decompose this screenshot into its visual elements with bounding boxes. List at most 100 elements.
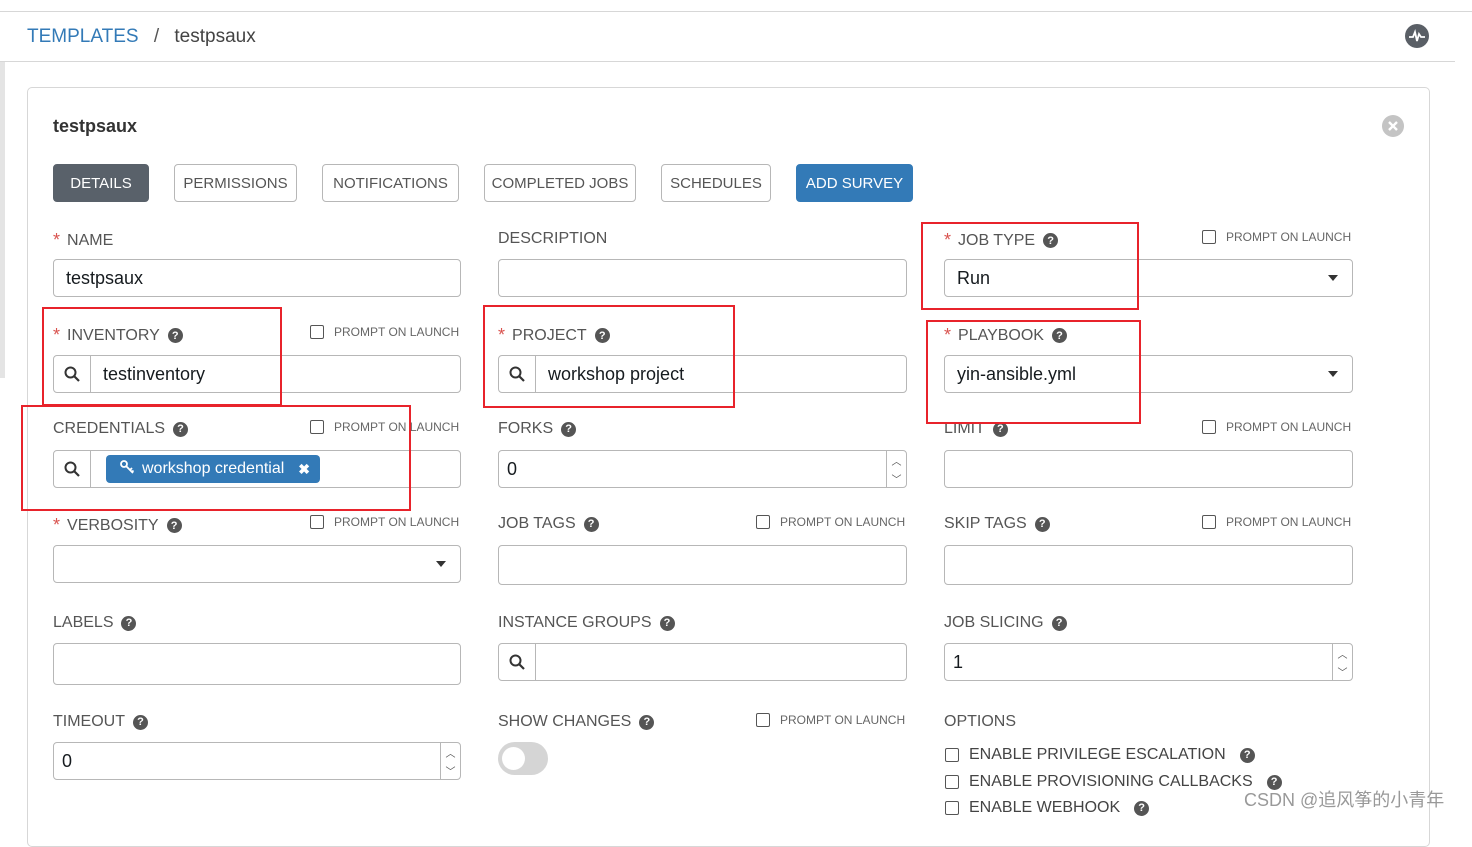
instance-groups-label: INSTANCE GROUPS? <box>498 614 675 632</box>
instance-groups-label-text: INSTANCE GROUPS <box>498 614 652 631</box>
help-icon[interactable]: ? <box>1034 516 1050 532</box>
tab-completed-jobs[interactable]: COMPLETED JOBS <box>484 164 636 202</box>
show-changes-label-text: SHOW CHANGES <box>498 713 632 730</box>
help-icon[interactable]: ? <box>639 714 655 730</box>
skip-tags-prompt-on-launch[interactable]: PROMPT ON LAUNCH <box>1202 515 1351 529</box>
job-slicing-label: JOB SLICING? <box>944 614 1067 632</box>
checkbox-icon[interactable] <box>310 325 324 339</box>
job-tags-input[interactable] <box>498 545 907 585</box>
annotation-box-inventory <box>42 307 282 406</box>
instance-groups-lookup[interactable] <box>498 643 907 681</box>
job-slicing-value: 1 <box>953 651 964 672</box>
breadcrumb-templates-link[interactable]: TEMPLATES <box>27 26 139 47</box>
limit-input[interactable] <box>944 450 1353 488</box>
checkbox-icon[interactable] <box>945 801 959 815</box>
search-icon[interactable] <box>499 644 536 680</box>
name-input-value: testpsaux <box>66 267 144 288</box>
option-label: ENABLE PRIVILEGE ESCALATION <box>969 746 1226 763</box>
timeout-input[interactable]: 0 ︿ ﹀ <box>53 742 461 780</box>
job-tags-label-text: JOB TAGS <box>498 515 576 532</box>
name-input[interactable]: testpsaux <box>53 259 461 297</box>
prompt-on-launch-label: PROMPT ON LAUNCH <box>780 515 906 529</box>
prompt-on-launch-label: PROMPT ON LAUNCH <box>780 713 906 727</box>
show-changes-prompt-on-launch[interactable]: PROMPT ON LAUNCH <box>756 713 905 727</box>
description-label: DESCRIPTION <box>498 230 607 248</box>
close-icon[interactable] <box>1382 115 1404 137</box>
skip-tags-input[interactable] <box>944 545 1353 585</box>
checkbox-icon[interactable] <box>945 775 959 789</box>
left-edge-bar <box>0 62 5 378</box>
help-icon[interactable]: ? <box>121 615 137 631</box>
checkbox-icon[interactable] <box>310 515 324 529</box>
checkbox-icon[interactable] <box>1202 230 1216 244</box>
verbosity-prompt-on-launch[interactable]: PROMPT ON LAUNCH <box>310 515 459 529</box>
prompt-on-launch-label: PROMPT ON LAUNCH <box>1226 420 1352 434</box>
option-provisioning-callbacks[interactable]: ENABLE PROVISIONING CALLBACKS? <box>945 773 1282 791</box>
tab-schedules[interactable]: SCHEDULES <box>661 164 771 202</box>
checkbox-icon[interactable] <box>1202 515 1216 529</box>
job-tags-prompt-on-launch[interactable]: PROMPT ON LAUNCH <box>756 515 905 529</box>
limit-prompt-on-launch[interactable]: PROMPT ON LAUNCH <box>1202 420 1351 434</box>
breadcrumb-current: testpsaux <box>174 26 256 47</box>
breadcrumb-separator: / <box>153 26 160 47</box>
prompt-on-launch-label: PROMPT ON LAUNCH <box>334 325 460 339</box>
option-label: ENABLE WEBHOOK <box>969 799 1121 816</box>
description-label-text: DESCRIPTION <box>498 230 608 247</box>
help-icon[interactable]: ? <box>659 615 675 631</box>
caret-down-icon <box>1328 275 1338 281</box>
help-icon[interactable]: ? <box>1051 615 1067 631</box>
spinner-arrows-icon[interactable]: ︿ ﹀ <box>886 451 906 487</box>
job-slicing-input[interactable]: 1 ︿ ﹀ <box>944 643 1353 681</box>
help-icon[interactable]: ? <box>133 714 148 730</box>
show-changes-label: SHOW CHANGES? <box>498 713 655 731</box>
job-type-prompt-on-launch[interactable]: PROMPT ON LAUNCH <box>1202 230 1351 244</box>
labels-input[interactable] <box>53 643 461 685</box>
panel-title: testpsaux <box>53 116 138 136</box>
verbosity-label: * VERBOSITY? <box>53 515 182 536</box>
labels-label: LABELS? <box>53 614 137 632</box>
timeout-value: 0 <box>62 750 73 771</box>
verbosity-label-text: VERBOSITY <box>67 516 159 534</box>
forks-input[interactable]: 0 ︿ ﹀ <box>498 450 907 488</box>
activity-stream-icon[interactable] <box>1405 24 1429 48</box>
labels-label-text: LABELS <box>53 614 114 631</box>
checkbox-icon[interactable] <box>756 515 770 529</box>
prompt-on-launch-label: PROMPT ON LAUNCH <box>1226 515 1352 529</box>
annotation-box-job-type <box>921 222 1139 310</box>
caret-down-icon <box>436 561 446 567</box>
description-input[interactable] <box>498 259 907 297</box>
annotation-box-playbook <box>926 320 1141 424</box>
options-label: OPTIONS <box>944 713 1016 731</box>
spinner-arrows-icon[interactable]: ︿ ﹀ <box>1332 644 1352 680</box>
help-icon[interactable]: ? <box>1239 747 1255 763</box>
timeout-label-text: TIMEOUT <box>53 713 125 730</box>
tab-notifications[interactable]: NOTIFICATIONS <box>322 164 459 202</box>
option-webhook[interactable]: ENABLE WEBHOOK? <box>945 799 1150 817</box>
required-marker: * <box>53 515 61 535</box>
forks-label-text: FORKS <box>498 420 554 437</box>
checkbox-icon[interactable] <box>945 748 959 762</box>
show-changes-toggle[interactable] <box>498 742 548 775</box>
verbosity-select[interactable] <box>53 545 461 583</box>
prompt-on-launch-label: PROMPT ON LAUNCH <box>334 515 460 529</box>
name-label-text: NAME <box>67 231 114 249</box>
annotation-box-project <box>483 305 735 408</box>
help-icon[interactable]: ? <box>1134 800 1150 816</box>
help-icon[interactable]: ? <box>166 518 182 533</box>
timeout-label: TIMEOUT? <box>53 713 148 731</box>
caret-down-icon <box>1328 371 1338 377</box>
skip-tags-label: SKIP TAGS? <box>944 515 1050 533</box>
tab-permissions[interactable]: PERMISSIONS <box>174 164 297 202</box>
spinner-arrows-icon[interactable]: ︿ ﹀ <box>440 743 460 779</box>
checkbox-icon[interactable] <box>1202 420 1216 434</box>
add-survey-button[interactable]: ADD SURVEY <box>796 164 913 202</box>
tab-details[interactable]: DETAILS <box>53 164 149 202</box>
help-icon[interactable]: ? <box>561 421 577 437</box>
option-privilege-escalation[interactable]: ENABLE PRIVILEGE ESCALATION? <box>945 746 1255 764</box>
options-label-text: OPTIONS <box>944 713 1017 730</box>
help-icon[interactable]: ? <box>583 516 599 532</box>
inventory-prompt-on-launch[interactable]: PROMPT ON LAUNCH <box>310 325 459 339</box>
skip-tags-label-text: SKIP TAGS <box>944 515 1027 532</box>
checkbox-icon[interactable] <box>756 713 770 727</box>
job-slicing-label-text: JOB SLICING <box>944 614 1044 631</box>
